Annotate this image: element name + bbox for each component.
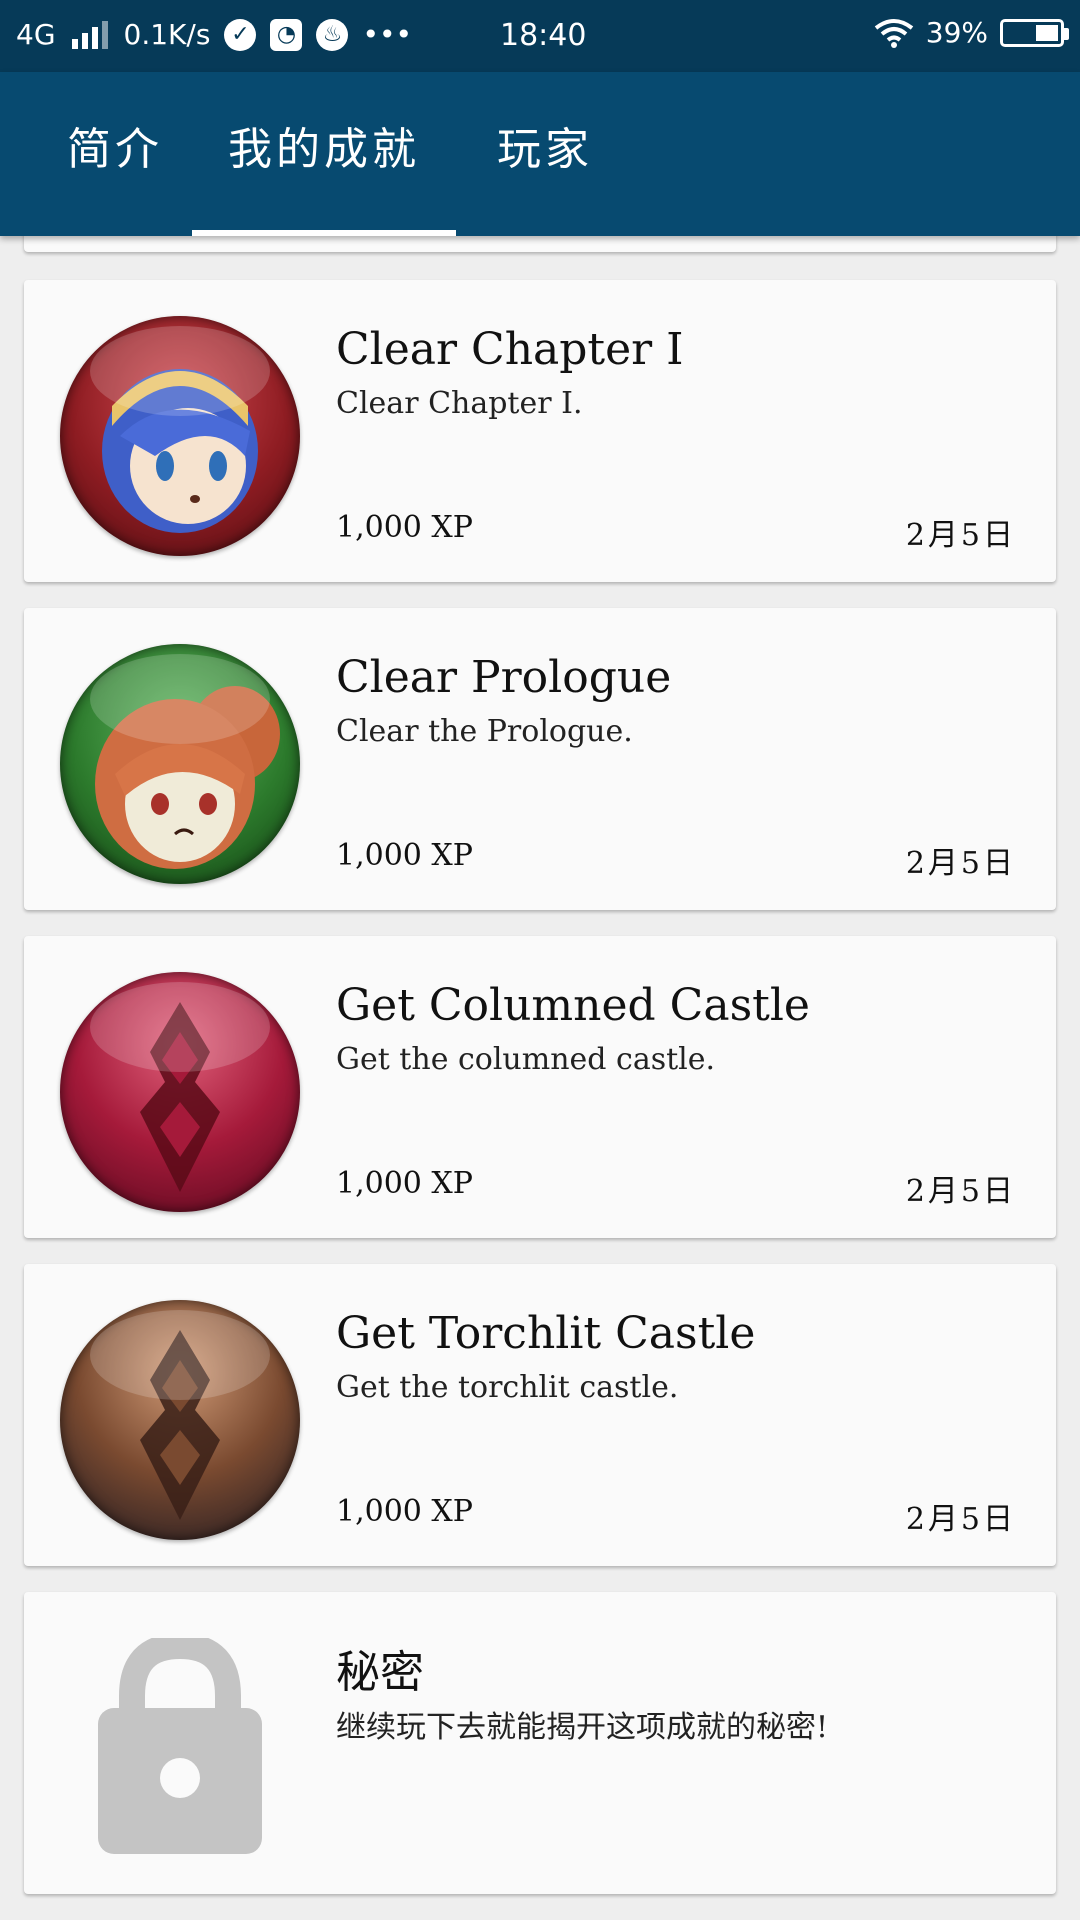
- achievement-xp: 1,000 XP: [336, 838, 473, 873]
- achievement-title: 秘密: [336, 1647, 424, 1698]
- tab-players[interactable]: 玩家: [470, 72, 620, 236]
- achievement-list[interactable]: Clear Chapter I Clear Chapter I. 1,000 X…: [0, 236, 1080, 1920]
- achievement-card[interactable]: Clear Prologue Clear the Prologue. 1,000…: [24, 608, 1056, 910]
- achievement-card[interactable]: Get Columned Castle Get the columned cas…: [24, 936, 1056, 1238]
- achievement-title: Clear Prologue: [336, 652, 672, 703]
- lock-icon: [98, 1638, 262, 1854]
- achievement-badge-icon: [60, 316, 300, 556]
- achievement-card[interactable]: Clear Chapter I Clear Chapter I. 1,000 X…: [24, 280, 1056, 582]
- achievement-description: Get the columned castle.: [336, 1042, 716, 1077]
- achievement-badge-icon: [60, 972, 300, 1212]
- battery-percent: 39%: [925, 16, 988, 49]
- achievement-description: Clear the Prologue.: [336, 714, 633, 749]
- achievement-description: 继续玩下去就能揭开这项成就的秘密!: [336, 1710, 829, 1745]
- achievement-description: Clear Chapter I.: [336, 386, 583, 421]
- achievement-badge-icon: [60, 1300, 300, 1540]
- status-bar: 4G 0.1K/s ✓ ◔ ♨ ••• 18:40 39%: [0, 0, 1080, 72]
- battery-icon: [1000, 18, 1069, 47]
- secret-achievement-card[interactable]: 秘密 继续玩下去就能揭开这项成就的秘密!: [24, 1592, 1056, 1894]
- tab-overview[interactable]: 简介: [40, 72, 190, 236]
- status-left: 4G 0.1K/s ✓ ◔ ♨ •••: [16, 18, 412, 51]
- network-speed: 0.1K/s: [123, 18, 211, 51]
- more-notifications-icon: •••: [362, 18, 412, 51]
- wifi-icon: [874, 18, 913, 48]
- achievement-xp: 1,000 XP: [336, 510, 473, 545]
- check-circle-icon: ✓: [224, 18, 257, 51]
- achievement-title: Get Torchlit Castle: [336, 1308, 756, 1359]
- clock: 18:40: [500, 18, 587, 53]
- achievement-date: 2月5日: [905, 518, 1016, 553]
- achievement-title: Get Columned Castle: [336, 980, 810, 1031]
- achievement-title: Clear Chapter I: [336, 324, 684, 375]
- tab-bar: 简介 我的成就 玩家: [0, 72, 1080, 236]
- previous-card-edge: [24, 236, 1056, 252]
- achievement-xp: 1,000 XP: [336, 1166, 473, 1201]
- achievement-xp: 1,000 XP: [336, 1494, 473, 1529]
- flame-icon: ♨: [316, 18, 349, 51]
- tab-my-achievements[interactable]: 我的成就: [192, 72, 456, 236]
- achievement-badge-icon: [60, 644, 300, 884]
- achievement-date: 2月5日: [905, 1174, 1016, 1209]
- status-right: 39%: [874, 16, 1069, 49]
- network-type: 4G: [16, 18, 56, 51]
- achievement-date: 2月5日: [905, 846, 1016, 881]
- achievement-card[interactable]: Get Torchlit Castle Get the torchlit cas…: [24, 1264, 1056, 1566]
- tab-indicator: [192, 230, 456, 236]
- achievement-date: 2月5日: [905, 1502, 1016, 1537]
- signal-icon: [71, 20, 108, 49]
- achievement-description: Get the torchlit castle.: [336, 1370, 679, 1405]
- compass-icon: ◔: [270, 18, 303, 51]
